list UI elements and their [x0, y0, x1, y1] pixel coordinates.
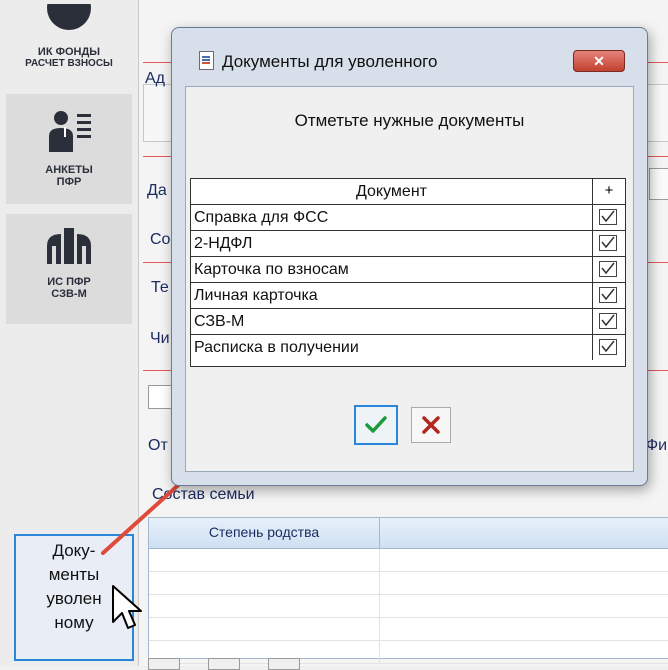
sidebar-item-label: ПФР: [56, 176, 82, 188]
pfr-logo-icon: [47, 228, 91, 264]
document-name: 2-НДФЛ: [194, 235, 253, 252]
toolbar-button[interactable]: [148, 658, 180, 670]
document-name: Справка для ФСС: [194, 209, 329, 226]
close-button[interactable]: ✕: [573, 50, 625, 72]
documents-dialog[interactable]: Документы для уволенного ✕ Отметьте нужн…: [171, 27, 648, 486]
cancel-button[interactable]: [411, 407, 451, 443]
document-name: СЗВ-М: [194, 313, 245, 330]
documents-table[interactable]: Документ + Справка для ФСС 2-НДФЛ Карточ…: [190, 178, 626, 367]
dialog-body: Отметьте нужные документы Документ + Спр…: [185, 86, 634, 472]
table-row[interactable]: Карточка по взносам: [191, 257, 625, 283]
document-checkbox[interactable]: [599, 287, 617, 303]
phone-label: Те: [151, 279, 169, 296]
x-icon: [422, 416, 440, 434]
close-icon: ✕: [593, 53, 605, 69]
sidebar-item-label: СЗВ-М: [51, 288, 87, 300]
table-row[interactable]: 2-НДФЛ: [191, 231, 625, 257]
checkmark-icon: [601, 340, 615, 353]
checkmark-icon: [365, 416, 387, 433]
table-row[interactable]: Справка для ФСС: [191, 205, 625, 231]
sostav-label: Со: [150, 231, 171, 248]
checkmark-icon: [601, 236, 615, 249]
column-header-relation[interactable]: Степень родства: [149, 518, 380, 548]
document-checkbox[interactable]: [599, 261, 617, 277]
document-name: Карточка по взносам: [194, 261, 349, 278]
date-label: Да: [147, 182, 167, 199]
mouse-pointer-icon: [112, 585, 142, 629]
family-caption: Состав семьи: [152, 486, 255, 503]
sidebar-item-is-pfr[interactable]: ИС ПФР СЗВ-М: [6, 214, 132, 324]
column-header-select-all[interactable]: +: [593, 179, 625, 204]
document-checkbox[interactable]: [599, 235, 617, 251]
sidebar-item-ik-funds[interactable]: ИК ФОНДЫ РАСЧЕТ ВЗНОСЫ: [6, 0, 132, 72]
document-name: Личная карточка: [194, 287, 318, 304]
sidebar-item-ankety[interactable]: АНКЕТЫ ПФР: [6, 94, 132, 204]
checkmark-icon: [601, 288, 615, 301]
ok-button[interactable]: [354, 405, 398, 445]
chislo-label: Чи: [150, 330, 170, 347]
column-header-document[interactable]: Документ: [191, 179, 593, 204]
toolbar-button[interactable]: [208, 658, 240, 670]
checkmark-icon: [601, 314, 615, 327]
dialog-title: Документы для уволенного: [222, 52, 438, 71]
document-checkbox[interactable]: [599, 313, 617, 329]
address-label: Ад: [145, 70, 166, 87]
document-checkbox[interactable]: [599, 209, 617, 225]
date-picker-box[interactable]: [649, 168, 668, 200]
table-row[interactable]: Расписка в получении: [191, 335, 625, 361]
table-row[interactable]: Личная карточка: [191, 283, 625, 309]
document-checkbox[interactable]: [599, 339, 617, 355]
family-table-header: Степень родства: [149, 518, 668, 549]
person-list-icon: [49, 111, 91, 152]
docs-button-line: Доку-: [52, 541, 96, 560]
sidebar-item-label: ИС ПФР: [47, 276, 91, 288]
dialog-prompt: Отметьте нужные документы: [294, 111, 525, 130]
fi-label: Фи: [646, 437, 668, 454]
sidebar-item-label: АНКЕТЫ: [45, 164, 93, 176]
checkbox[interactable]: [148, 385, 172, 409]
checkmark-icon: [601, 210, 615, 223]
dialog-titlebar[interactable]: Документы для уволенного ✕: [172, 28, 647, 80]
family-table[interactable]: Степень родства: [148, 517, 668, 664]
table-row[interactable]: СЗВ-М: [191, 309, 625, 335]
document-name: Расписка в получении: [194, 339, 359, 356]
table-row[interactable]: [149, 595, 668, 618]
document-icon: [199, 51, 214, 70]
toolbar-button[interactable]: [268, 658, 300, 670]
otch-label: От: [148, 437, 168, 454]
sidebar-item-label: РАСЧЕТ ВЗНОСЫ: [25, 58, 113, 69]
documents-table-header: Документ +: [191, 179, 625, 205]
sidebar-item-label: ИК ФОНДЫ: [37, 46, 101, 58]
table-row[interactable]: [149, 618, 668, 641]
table-row[interactable]: [149, 572, 668, 595]
table-row[interactable]: [149, 549, 668, 572]
ik-funds-icon: [47, 4, 91, 30]
checkmark-icon: [601, 262, 615, 275]
